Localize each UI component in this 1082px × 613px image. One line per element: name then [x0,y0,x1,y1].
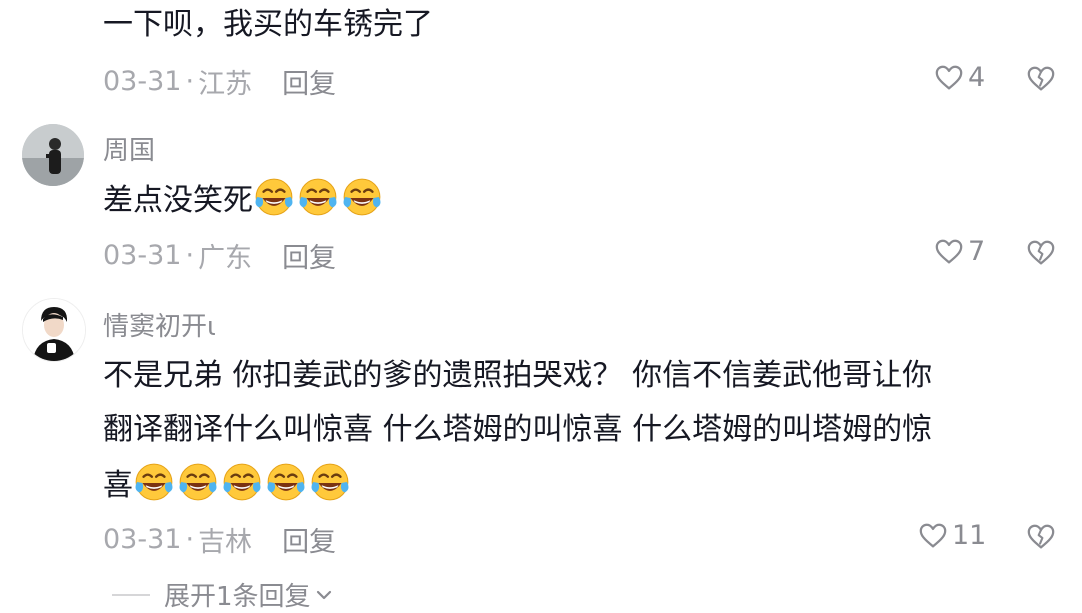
comment-text-line-with-emoji: 喜 [103,461,932,508]
comment-location: 广东 [198,243,253,274]
laugh-cry-emoji [253,176,295,218]
reply-button[interactable]: 回复 [282,62,336,101]
comment-date: 03-31 [103,240,182,271]
expand-divider [112,593,150,596]
like-button[interactable]: 4 [934,62,985,93]
avatar[interactable] [22,298,86,362]
like-count: 11 [952,520,987,551]
reply-button[interactable]: 回复 [282,236,336,275]
comment-text: 一下呗，我买的车锈完了 [103,7,433,42]
comment-text-line: 不是兄弟 你扣姜武的爹的遗照拍哭戏？ 你信不信姜武他哥让你 [103,358,933,393]
like-button[interactable]: 7 [934,236,985,267]
meta-separator: · [185,240,195,271]
reply-button[interactable]: 回复 [282,520,336,559]
avatar-image [22,124,84,186]
broken-heart-icon[interactable] [1026,64,1056,94]
expand-replies-label: 展开1条回复 [164,582,311,612]
broken-heart-icon[interactable] [1026,238,1056,268]
laugh-cry-emoji [309,461,351,503]
comment-text-line: 翻译翻译什么叫惊喜 什么塔姆的叫惊喜 什么塔姆的叫塔姆的惊 [103,412,933,447]
laugh-cry-emoji [265,461,307,503]
meta-separator: · [185,524,195,555]
comment-text: 差点没笑死 [103,176,385,223]
comment-text: 不是兄弟 你扣姜武的爹的遗照拍哭戏？ 你信不信姜武他哥让你 翻译翻译什么叫惊喜 … [103,353,932,508]
like-count: 4 [968,62,986,93]
comment-text-content: 差点没笑死 [103,183,253,218]
comment-location: 吉林 [198,527,253,558]
heart-outline-icon [918,521,948,551]
avatar-image [23,299,85,361]
comment-date: 03-31 [103,66,182,97]
avatar[interactable] [22,124,84,186]
expand-replies-button[interactable]: 展开1条回复 [112,576,335,613]
comment-meta: 03-31 · 吉林 回复 [103,520,336,559]
comment-username[interactable]: 周国 [103,130,155,167]
heart-outline-icon [934,63,964,93]
meta-separator: · [185,66,195,97]
laugh-cry-emoji [133,461,175,503]
comment-location: 江苏 [198,69,253,100]
laugh-cry-emoji [177,461,219,503]
comment-date: 03-31 [103,524,182,555]
comment-username[interactable]: 情窦初开ι [103,306,216,343]
laugh-cry-emoji [221,461,263,503]
heart-outline-icon [934,237,964,267]
chevron-down-icon [316,590,331,599]
comment-meta: 03-31 · 江苏 回复 [103,62,336,101]
laugh-cry-emoji [341,176,383,218]
laugh-cry-emoji [297,176,339,218]
like-button[interactable]: 11 [918,520,986,551]
broken-heart-icon[interactable] [1026,522,1056,552]
like-count: 7 [968,236,986,267]
comment-meta: 03-31 · 广东 回复 [103,236,336,275]
comment-text-content: 喜 [103,468,133,503]
